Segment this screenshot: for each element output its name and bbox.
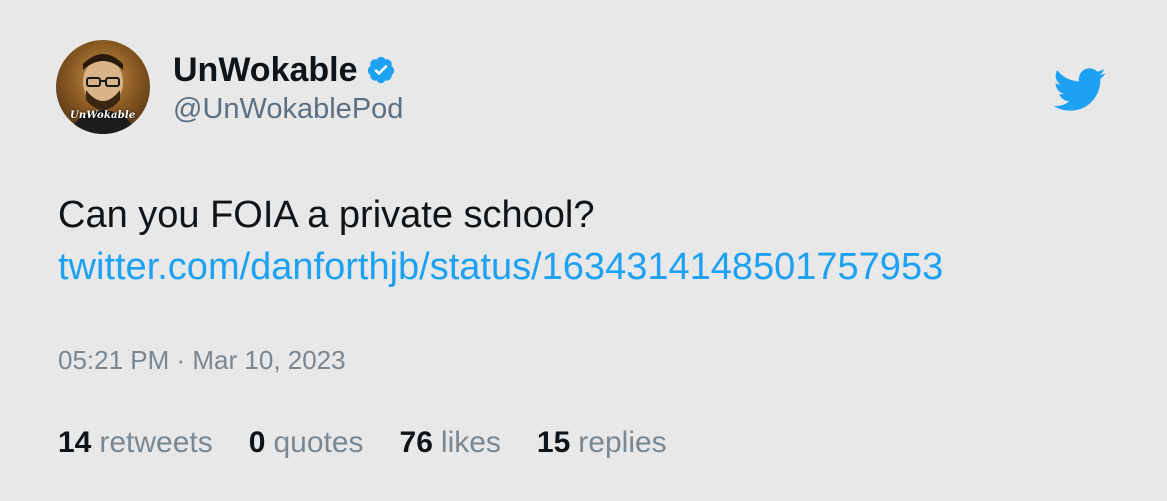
tweet-timestamp[interactable]: 05:21 PM · Mar 10, 2023 [58,344,346,376]
stat-quotes[interactable]: 0 quotes [249,424,364,462]
tweet-link[interactable]: twitter.com/danforthjb/status/1634314148… [58,242,943,292]
author-handle[interactable]: @UnWokablePod [173,92,403,126]
stat-label: quotes [273,426,364,459]
stat-count: 76 [399,426,433,459]
avatar-logo-text: UnWokable [70,110,136,121]
stat-retweets[interactable]: 14 retweets [58,424,213,462]
verified-badge-icon [367,56,394,84]
tweet-text: Can you FOIA a private school? [58,194,595,236]
stat-likes[interactable]: 76 likes [400,424,501,462]
twitter-bird-icon[interactable] [1053,68,1107,112]
tweet-stats: 14 retweets 0 quotes 76 likes 15 replies [58,424,703,462]
stat-replies[interactable]: 15 replies [537,424,667,462]
stat-count: 15 [536,426,571,459]
stat-label: replies [578,426,667,459]
avatar[interactable]: UnWokable [56,40,150,134]
author-display-name[interactable]: UnWokable [173,50,396,90]
stat-count: 14 [58,426,92,459]
stat-count: 0 [248,426,266,459]
stat-label: likes [440,426,501,459]
display-name-text: UnWokable [173,51,358,89]
stat-label: retweets [99,426,213,459]
